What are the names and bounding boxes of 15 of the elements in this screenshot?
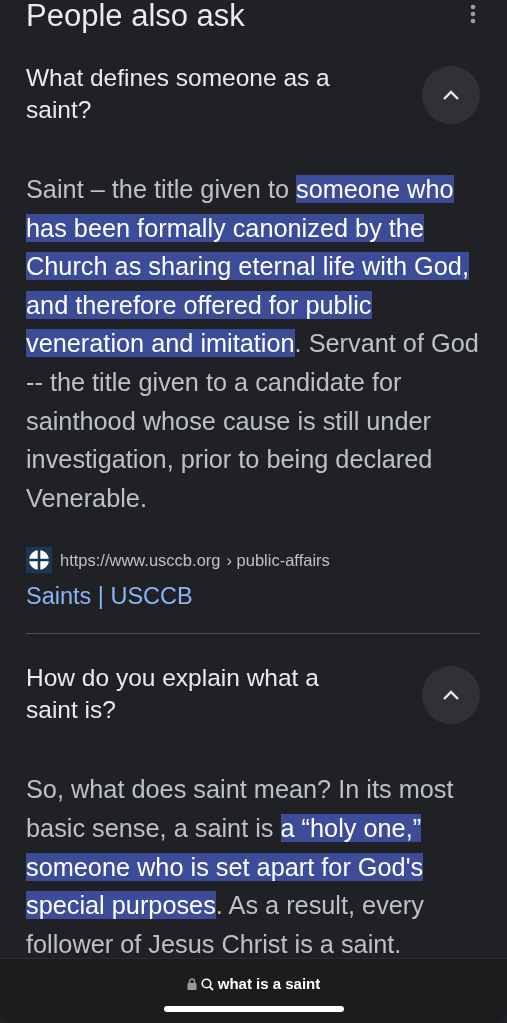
result-link[interactable]: Saints | USCCB [26,579,193,614]
chevron-up-icon [442,89,460,101]
question-text: How do you explain what a saint is? [26,663,320,726]
address-text: what is a saint [217,974,321,994]
lock-icon [186,978,197,991]
source-url: https://www.usccb.org [60,549,221,571]
site-logo-icon [26,547,52,574]
section-title: People also ask [26,0,245,34]
question-text: What defines someone as a saint? [26,63,331,125]
more-options-icon[interactable] [470,4,476,24]
breadcrumb-path: › public-affairs [226,549,330,571]
home-indicator[interactable] [163,1006,344,1012]
address-bar[interactable]: what is a saint [0,958,507,1023]
search-icon [200,977,214,991]
chevron-up-icon [442,689,460,702]
